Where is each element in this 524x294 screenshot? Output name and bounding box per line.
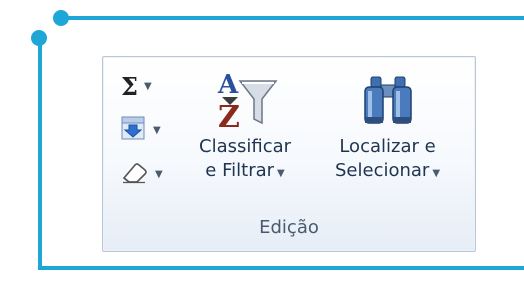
ribbon-group-editing: Σ ▼ ▼ ▼ A Z Classificar e Filtrar ▼ Loca… xyxy=(102,56,476,252)
sort-filter-icon: A Z xyxy=(212,67,278,135)
frame-line-top xyxy=(62,16,524,20)
find-select-label-line1: Localizar e xyxy=(339,136,436,157)
chevron-down-icon: ▼ xyxy=(153,124,161,136)
autosum-button[interactable]: Σ ▼ xyxy=(121,71,173,101)
sort-filter-label-line2: e Filtrar ▼ xyxy=(205,159,284,186)
clear-button[interactable]: ▼ xyxy=(121,159,173,189)
svg-text:A: A xyxy=(217,70,239,100)
svg-text:Z: Z xyxy=(218,100,240,131)
chevron-down-icon: ▼ xyxy=(143,80,152,92)
chevron-down-icon: ▼ xyxy=(155,168,163,180)
group-label-editing: Edição xyxy=(259,217,319,238)
fill-button[interactable]: ▼ xyxy=(121,115,173,145)
frame-line-bottom xyxy=(38,266,524,270)
fill-down-icon xyxy=(121,116,147,144)
binoculars-icon xyxy=(357,67,419,135)
frame-dot-left xyxy=(31,30,47,46)
eraser-icon xyxy=(121,160,149,188)
chevron-down-icon: ▼ xyxy=(277,168,285,179)
sigma-icon: Σ xyxy=(121,71,138,101)
chevron-down-icon: ▼ xyxy=(432,168,441,179)
find-select-label-text: Selecionar xyxy=(335,160,430,181)
sort-filter-label-line1: Classificar xyxy=(199,136,292,157)
find-select-button[interactable]: Localizar e Selecionar ▼ xyxy=(335,67,440,186)
frame-line-left xyxy=(38,38,42,270)
frame-dot-top xyxy=(53,10,69,26)
sort-filter-label-text: e Filtrar xyxy=(205,160,275,181)
find-select-label-line2: Selecionar ▼ xyxy=(335,159,440,186)
sort-filter-button[interactable]: A Z Classificar e Filtrar ▼ xyxy=(199,67,291,186)
